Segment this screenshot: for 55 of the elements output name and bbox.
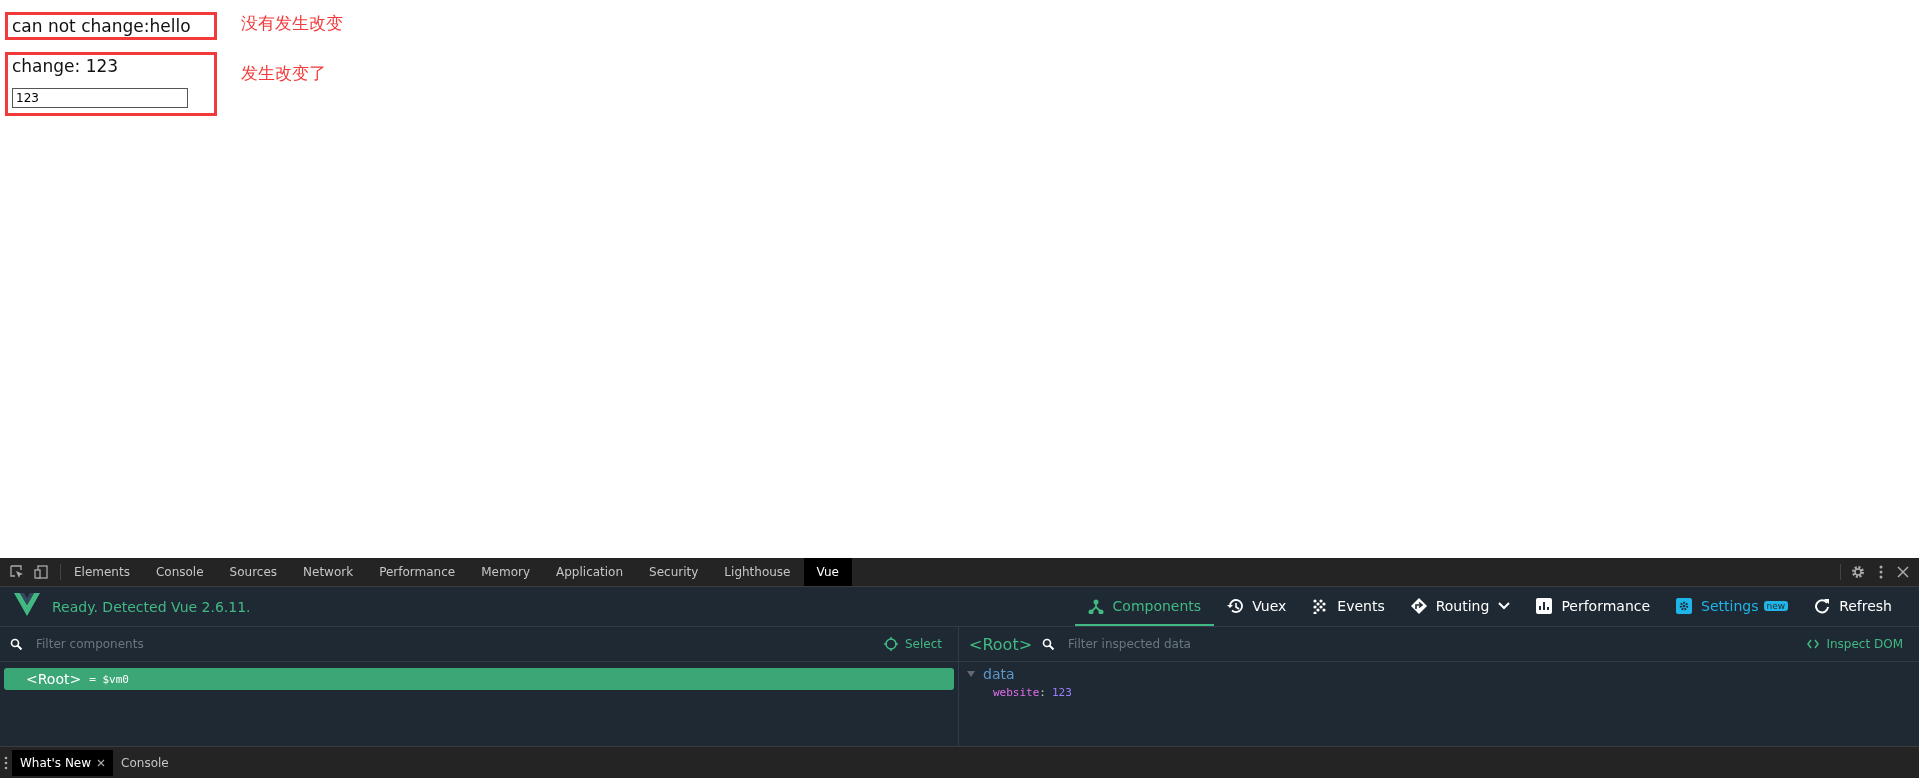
drawer-tab[interactable]: What's New bbox=[12, 749, 114, 776]
component-title: <Root> bbox=[969, 634, 1033, 654]
settings-icon bbox=[1676, 597, 1693, 614]
devtools-tab[interactable]: Application bbox=[543, 558, 637, 586]
new-badge: new bbox=[1763, 600, 1789, 611]
colon-text: : bbox=[1039, 686, 1046, 699]
vue-logo-icon bbox=[14, 593, 40, 616]
more-options-icon[interactable] bbox=[1879, 565, 1883, 579]
refresh-icon bbox=[1814, 597, 1831, 614]
devtools-tab[interactable]: Console bbox=[142, 558, 217, 586]
inspect-dom-button[interactable]: Inspect DOM bbox=[1807, 637, 1903, 651]
property-value: 123 bbox=[1052, 686, 1072, 699]
device-toolbar-icon[interactable] bbox=[34, 565, 48, 579]
property-key: website bbox=[993, 686, 1040, 699]
settings-icon[interactable] bbox=[1851, 565, 1865, 579]
devtools-tab[interactable]: Sources bbox=[216, 558, 291, 586]
filter-field[interactable]: Filter inspected data bbox=[1064, 637, 1798, 651]
input-field[interactable]: 123 bbox=[12, 88, 188, 108]
expand-triangle-icon[interactable] bbox=[967, 670, 975, 678]
devtools-tab[interactable]: Vue bbox=[803, 558, 852, 586]
nav-tab[interactable]: Refresh bbox=[1801, 587, 1905, 626]
devtools-tab[interactable]: Elements bbox=[61, 558, 143, 586]
component-name: <Root> bbox=[26, 671, 82, 687]
select-button[interactable]: Select bbox=[883, 637, 942, 651]
annotation-text: 发生改变了 bbox=[241, 62, 326, 85]
text-line: change: 123 bbox=[12, 56, 119, 76]
devtools-tab[interactable]: Network bbox=[290, 558, 367, 586]
nav-tab[interactable]: Performance bbox=[1523, 587, 1664, 626]
close-icon[interactable] bbox=[1897, 566, 1909, 578]
bar-chart-icon bbox=[1536, 597, 1553, 614]
drawer-tab[interactable]: Console bbox=[113, 749, 177, 776]
history-icon bbox=[1227, 597, 1244, 614]
code-icon bbox=[1807, 639, 1820, 649]
text-line: can not change:hello bbox=[12, 16, 191, 36]
devtools-tab[interactable]: Security bbox=[636, 558, 712, 586]
filter-field[interactable]: Filter components bbox=[32, 637, 874, 651]
annotation-text: 没有发生改变 bbox=[241, 12, 343, 35]
signpost-icon bbox=[1410, 597, 1427, 614]
close-icon[interactable] bbox=[97, 758, 106, 767]
devtools-tab[interactable]: Lighthouse bbox=[711, 558, 804, 586]
nav-tab[interactable]: Events bbox=[1299, 587, 1398, 626]
node-tree-icon bbox=[1087, 597, 1104, 614]
instance-label: = $vm0 bbox=[89, 672, 129, 686]
section-name: data bbox=[983, 666, 1015, 682]
nav-tab[interactable]: Routing bbox=[1397, 587, 1524, 626]
nav-tab[interactable]: Components bbox=[1074, 587, 1215, 626]
nav-tab[interactable]: Settings new bbox=[1663, 587, 1802, 626]
crosshair-icon bbox=[883, 637, 898, 651]
inspect-element-icon[interactable] bbox=[10, 565, 24, 579]
devtools-tab[interactable]: Memory bbox=[468, 558, 543, 586]
search-icon bbox=[1042, 638, 1055, 650]
status-text: Ready. Detected Vue 2.6.11. bbox=[52, 598, 251, 615]
search-icon bbox=[10, 638, 22, 650]
nav-tab[interactable]: Vuex bbox=[1214, 587, 1300, 626]
devtools-tab[interactable]: Performance bbox=[366, 558, 469, 586]
